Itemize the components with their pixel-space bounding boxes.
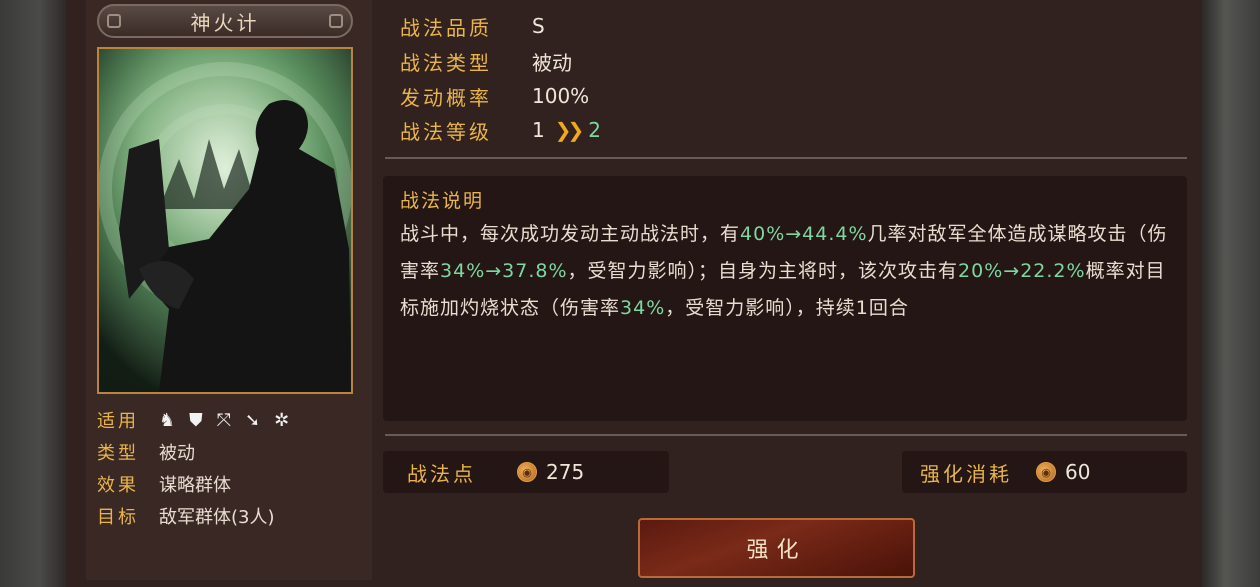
shield-icon: ⛊ [189,409,203,431]
description-text: 战斗中，每次成功发动主动战法时，有40%→44.4%几率对敌军全体造成谋略攻击（… [400,216,1170,327]
quality-value: S [532,14,545,38]
coin-icon: ◉ [1036,462,1056,482]
upgrade-button-label: 强化 [746,538,807,563]
desc-highlight-1: 40%→44.4% [740,223,868,245]
desc-text-3: ，受智力影响）；自身为主将时，该次攻击有 [567,260,959,282]
skill-card-art [97,47,353,394]
type-row: 类型 被动 [97,438,195,466]
double-chevron-right-icon: ❯❯ [554,118,584,142]
level-label: 战法等级 [400,119,492,144]
strategist-silhouette-icon [99,49,351,392]
banner-ornament-right-icon [329,14,343,28]
level-next: 2 [588,118,601,142]
target-label: 目标 [97,507,139,528]
divider-bottom [385,434,1187,436]
effect-label: 效果 [97,475,139,496]
rate-value: 100% [532,84,590,108]
effect-row: 效果 谋略群体 [97,470,231,498]
skill-points-label: 战法点 [407,461,476,486]
kind-label: 战法类型 [400,50,492,75]
cavalry-icon: ♞ [159,409,176,431]
spear-icon: ➘ [245,409,261,431]
desc-highlight-2: 34%→37.8% [440,260,568,282]
upgrade-button[interactable]: 强化 [638,518,915,578]
target-value: 敌军群体(3人) [159,507,275,528]
upgrade-cost-value: 60 [1065,460,1091,484]
wheel-icon: ✲ [274,409,290,431]
desc-highlight-4: 34% [620,297,666,319]
skill-name-banner: 神火计 [97,4,353,38]
divider-top [385,157,1187,159]
applies-label: 适用 [97,411,139,432]
kind-row: 战法类型 被动 [400,45,572,77]
desc-text-5: ，受智力影响），持续1回合 [665,297,909,319]
upgrade-cost-box: 强化消耗 ◉ 60 [902,451,1187,493]
skill-points-value: 275 [546,460,585,484]
rate-row: 发动概率 100% [400,80,589,112]
rate-label: 发动概率 [400,85,492,110]
applies-row: 适用 ♞ ⛊ ⤧ ➘ ✲ [97,406,289,434]
skill-points-box: 战法点 ◉ 275 [383,451,669,493]
background-right [1202,0,1260,587]
banner-ornament-left-icon [107,14,121,28]
skill-name: 神火计 [190,10,260,35]
desc-text-1: 战斗中，每次成功发动主动战法时，有 [400,223,741,245]
upgrade-cost-label: 强化消耗 [920,461,1012,486]
desc-highlight-3: 20%→22.2% [958,260,1086,282]
level-row: 战法等级 1 ❯❯ 2 [400,114,601,146]
troop-type-icons: ♞ ⛊ ⤧ ➘ ✲ [159,410,289,431]
quality-label: 战法品质 [400,15,492,40]
level-current: 1 [532,118,545,142]
type-value: 被动 [159,443,195,464]
target-row: 目标 敌军群体(3人) [97,502,275,530]
quality-row: 战法品质 S [400,10,545,42]
coin-icon: ◉ [517,462,537,482]
type-label: 类型 [97,443,139,464]
kind-value: 被动 [532,50,572,75]
background-left [0,0,66,587]
bow-icon: ⤧ [216,409,232,431]
effect-value: 谋略群体 [159,475,231,496]
description-title: 战法说明 [400,190,485,212]
